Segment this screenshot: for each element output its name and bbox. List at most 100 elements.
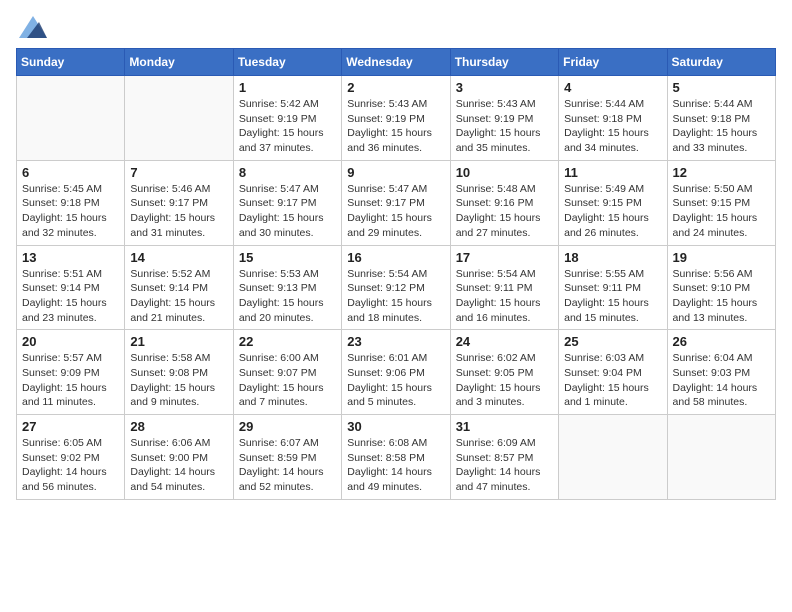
day-number: 27: [22, 419, 119, 434]
calendar-cell: 26 Sunrise: 6:04 AMSunset: 9:03 PMDayligh…: [667, 330, 775, 415]
weekday-header: Thursday: [450, 49, 558, 76]
weekday-header: Sunday: [17, 49, 125, 76]
day-info: Sunrise: 6:03 AMSunset: 9:04 PMDaylight:…: [564, 351, 661, 410]
day-number: 16: [347, 250, 444, 265]
day-info: Sunrise: 6:05 AMSunset: 9:02 PMDaylight:…: [22, 436, 119, 495]
day-info: Sunrise: 5:42 AMSunset: 9:19 PMDaylight:…: [239, 97, 336, 156]
day-number: 30: [347, 419, 444, 434]
day-number: 6: [22, 165, 119, 180]
calendar-week-row: 6 Sunrise: 5:45 AMSunset: 9:18 PMDaylight…: [17, 160, 776, 245]
calendar-cell: 3Sunrise: 5:43 AMSunset: 9:19 PMDaylight…: [450, 76, 558, 161]
calendar-cell: 31 Sunrise: 6:09 AMSunset: 8:57 PMDayligh…: [450, 415, 558, 500]
day-info: Sunrise: 6:00 AMSunset: 9:07 PMDaylight:…: [239, 351, 336, 410]
calendar-cell: [667, 415, 775, 500]
day-info: Sunrise: 5:45 AMSunset: 9:18 PMDaylight:…: [22, 182, 119, 241]
calendar-cell: 14 Sunrise: 5:52 AMSunset: 9:14 PMDayligh…: [125, 245, 233, 330]
calendar-cell: 18Sunrise: 5:55 AMSunset: 9:11 PMDayligh…: [559, 245, 667, 330]
weekday-header: Monday: [125, 49, 233, 76]
logo-icon: [19, 16, 47, 38]
calendar-cell: [559, 415, 667, 500]
calendar-cell: 23 Sunrise: 6:01 AMSunset: 9:06 PMDayligh…: [342, 330, 450, 415]
day-info: Sunrise: 6:04 AMSunset: 9:03 PMDaylight:…: [673, 351, 770, 410]
calendar-cell: 13 Sunrise: 5:51 AMSunset: 9:14 PMDayligh…: [17, 245, 125, 330]
calendar-cell: 6 Sunrise: 5:45 AMSunset: 9:18 PMDaylight…: [17, 160, 125, 245]
day-number: 17: [456, 250, 553, 265]
day-number: 26: [673, 334, 770, 349]
day-number: 5: [673, 80, 770, 95]
day-number: 19: [673, 250, 770, 265]
day-info: Sunrise: 5:52 AMSunset: 9:14 PMDaylight:…: [130, 267, 227, 326]
calendar-cell: 29 Sunrise: 6:07 AMSunset: 8:59 PMDayligh…: [233, 415, 341, 500]
weekday-header: Friday: [559, 49, 667, 76]
day-info: Sunrise: 5:49 AMSunset: 9:15 PMDaylight:…: [564, 182, 661, 241]
day-info: Sunrise: 6:09 AMSunset: 8:57 PMDaylight:…: [456, 436, 553, 495]
day-number: 9: [347, 165, 444, 180]
calendar-cell: 1 Sunrise: 5:42 AMSunset: 9:19 PMDaylight…: [233, 76, 341, 161]
day-number: 29: [239, 419, 336, 434]
calendar-cell: 5 Sunrise: 5:44 AMSunset: 9:18 PMDaylight…: [667, 76, 775, 161]
day-info: Sunrise: 6:07 AMSunset: 8:59 PMDaylight:…: [239, 436, 336, 495]
day-info: Sunrise: 5:57 AMSunset: 9:09 PMDaylight:…: [22, 351, 119, 410]
day-info: Sunrise: 5:46 AMSunset: 9:17 PMDaylight:…: [130, 182, 227, 241]
calendar-cell: [17, 76, 125, 161]
day-info: Sunrise: 5:56 AMSunset: 9:10 PMDaylight:…: [673, 267, 770, 326]
day-info: Sunrise: 5:44 AMSunset: 9:18 PMDaylight:…: [673, 97, 770, 156]
day-number: 31: [456, 419, 553, 434]
calendar-cell: [125, 76, 233, 161]
day-number: 1: [239, 80, 336, 95]
day-number: 20: [22, 334, 119, 349]
day-number: 11: [564, 165, 661, 180]
day-info: Sunrise: 5:47 AMSunset: 9:17 PMDaylight:…: [239, 182, 336, 241]
calendar-week-row: 27 Sunrise: 6:05 AMSunset: 9:02 PMDayligh…: [17, 415, 776, 500]
day-number: 10: [456, 165, 553, 180]
calendar-week-row: 1 Sunrise: 5:42 AMSunset: 9:19 PMDaylight…: [17, 76, 776, 161]
weekday-header: Saturday: [667, 49, 775, 76]
day-info: Sunrise: 5:43 AMSunset: 9:19 PMDaylight:…: [456, 97, 553, 156]
weekday-header-row: SundayMondayTuesdayWednesdayThursdayFrid…: [17, 49, 776, 76]
day-number: 25: [564, 334, 661, 349]
calendar-cell: 7Sunrise: 5:46 AMSunset: 9:17 PMDaylight…: [125, 160, 233, 245]
calendar-cell: 4 Sunrise: 5:44 AMSunset: 9:18 PMDaylight…: [559, 76, 667, 161]
calendar-cell: 22 Sunrise: 6:00 AMSunset: 9:07 PMDayligh…: [233, 330, 341, 415]
day-info: Sunrise: 5:48 AMSunset: 9:16 PMDaylight:…: [456, 182, 553, 241]
day-number: 23: [347, 334, 444, 349]
calendar-cell: 28 Sunrise: 6:06 AMSunset: 9:00 PMDayligh…: [125, 415, 233, 500]
page-header: [16, 16, 776, 38]
day-number: 28: [130, 419, 227, 434]
day-number: 4: [564, 80, 661, 95]
day-number: 18: [564, 250, 661, 265]
calendar-cell: 8Sunrise: 5:47 AMSunset: 9:17 PMDaylight…: [233, 160, 341, 245]
calendar-cell: 2 Sunrise: 5:43 AMSunset: 9:19 PMDaylight…: [342, 76, 450, 161]
calendar-cell: 17 Sunrise: 5:54 AMSunset: 9:11 PMDayligh…: [450, 245, 558, 330]
day-info: Sunrise: 5:54 AMSunset: 9:11 PMDaylight:…: [456, 267, 553, 326]
day-number: 13: [22, 250, 119, 265]
calendar-cell: 16Sunrise: 5:54 AMSunset: 9:12 PMDayligh…: [342, 245, 450, 330]
day-info: Sunrise: 6:06 AMSunset: 9:00 PMDaylight:…: [130, 436, 227, 495]
calendar-cell: 15Sunrise: 5:53 AMSunset: 9:13 PMDayligh…: [233, 245, 341, 330]
day-info: Sunrise: 5:50 AMSunset: 9:15 PMDaylight:…: [673, 182, 770, 241]
calendar-cell: 9 Sunrise: 5:47 AMSunset: 9:17 PMDaylight…: [342, 160, 450, 245]
day-info: Sunrise: 6:01 AMSunset: 9:06 PMDaylight:…: [347, 351, 444, 410]
day-info: Sunrise: 6:08 AMSunset: 8:58 PMDaylight:…: [347, 436, 444, 495]
day-number: 14: [130, 250, 227, 265]
calendar-cell: 25 Sunrise: 6:03 AMSunset: 9:04 PMDayligh…: [559, 330, 667, 415]
day-info: Sunrise: 5:47 AMSunset: 9:17 PMDaylight:…: [347, 182, 444, 241]
day-number: 21: [130, 334, 227, 349]
day-number: 12: [673, 165, 770, 180]
day-number: 22: [239, 334, 336, 349]
day-number: 24: [456, 334, 553, 349]
day-info: Sunrise: 5:44 AMSunset: 9:18 PMDaylight:…: [564, 97, 661, 156]
calendar-cell: 27 Sunrise: 6:05 AMSunset: 9:02 PMDayligh…: [17, 415, 125, 500]
day-info: Sunrise: 5:53 AMSunset: 9:13 PMDaylight:…: [239, 267, 336, 326]
calendar-week-row: 20 Sunrise: 5:57 AMSunset: 9:09 PMDayligh…: [17, 330, 776, 415]
calendar-cell: 30 Sunrise: 6:08 AMSunset: 8:58 PMDayligh…: [342, 415, 450, 500]
day-info: Sunrise: 5:51 AMSunset: 9:14 PMDaylight:…: [22, 267, 119, 326]
calendar-cell: 20 Sunrise: 5:57 AMSunset: 9:09 PMDayligh…: [17, 330, 125, 415]
day-info: Sunrise: 5:43 AMSunset: 9:19 PMDaylight:…: [347, 97, 444, 156]
calendar-cell: 21 Sunrise: 5:58 AMSunset: 9:08 PMDayligh…: [125, 330, 233, 415]
day-number: 2: [347, 80, 444, 95]
day-info: Sunrise: 5:58 AMSunset: 9:08 PMDaylight:…: [130, 351, 227, 410]
logo: [16, 16, 47, 38]
calendar-cell: 12 Sunrise: 5:50 AMSunset: 9:15 PMDayligh…: [667, 160, 775, 245]
calendar-week-row: 13 Sunrise: 5:51 AMSunset: 9:14 PMDayligh…: [17, 245, 776, 330]
